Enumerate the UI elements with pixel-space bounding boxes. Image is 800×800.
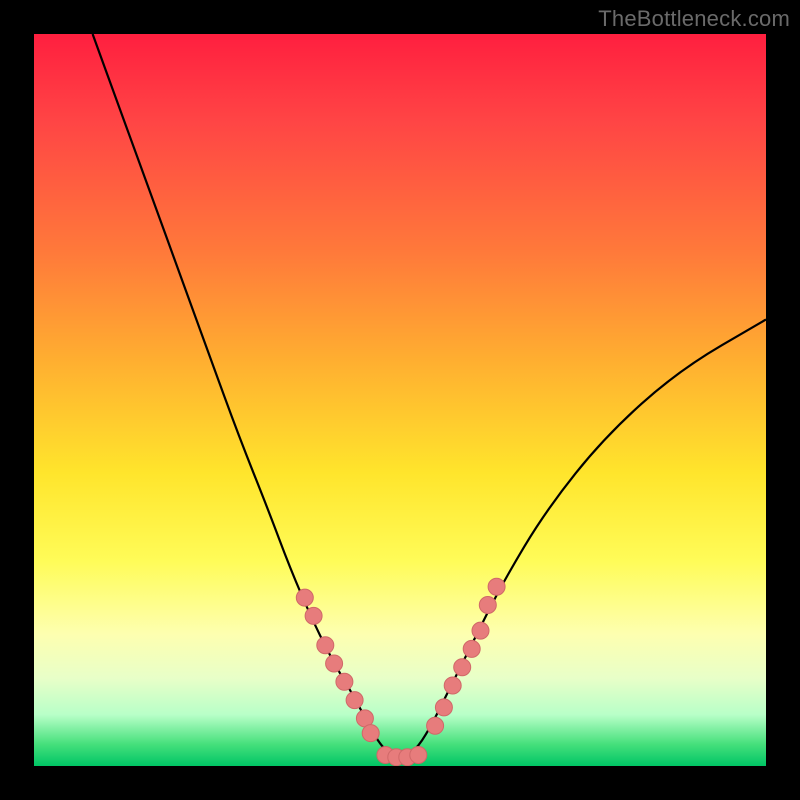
data-marker: [336, 673, 353, 690]
data-marker: [317, 637, 334, 654]
data-marker: [427, 717, 444, 734]
data-marker: [410, 747, 427, 764]
data-marker: [463, 640, 480, 657]
data-marker: [346, 692, 363, 709]
data-marker: [444, 677, 461, 694]
data-marker: [435, 699, 452, 716]
data-marker: [296, 589, 313, 606]
bottleneck-curve: [93, 34, 766, 757]
data-marker: [305, 607, 322, 624]
curve-markers: [296, 578, 505, 766]
plot-area: [34, 34, 766, 766]
data-marker: [472, 622, 489, 639]
data-marker: [362, 725, 379, 742]
data-marker: [326, 655, 343, 672]
data-marker: [479, 597, 496, 614]
chart-frame: TheBottleneck.com: [0, 0, 800, 800]
data-marker: [454, 659, 471, 676]
watermark-text: TheBottleneck.com: [598, 6, 790, 32]
curve-svg: [34, 34, 766, 766]
data-marker: [488, 578, 505, 595]
